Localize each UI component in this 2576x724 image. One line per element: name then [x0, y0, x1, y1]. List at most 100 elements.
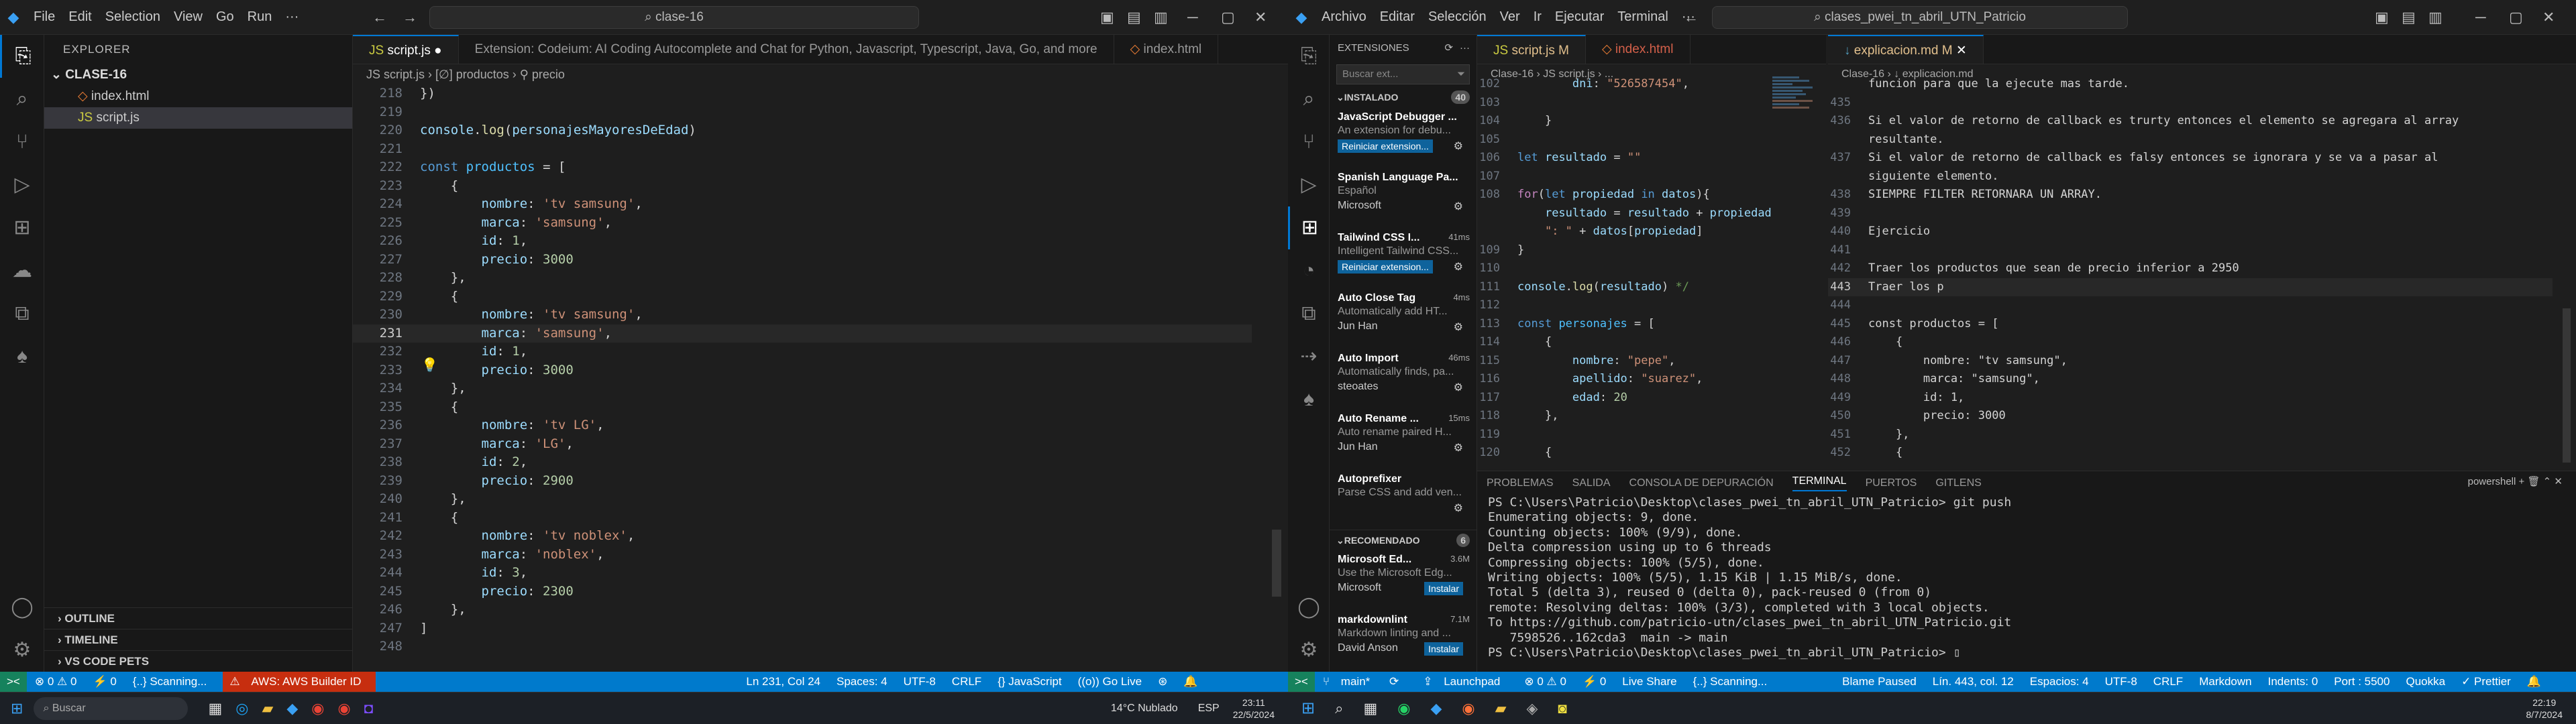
- extension-item[interactable]: Autoprefixer Parse CSS and add ven... ⚙: [1330, 469, 1477, 530]
- extensions-icon[interactable]: ⊞: [0, 206, 44, 249]
- vscode-pets-section[interactable]: › VS CODE PETS: [44, 650, 352, 672]
- explorer-icon[interactable]: ⎘: [0, 35, 44, 78]
- maximize-panel-icon[interactable]: ⌃: [2543, 476, 2552, 487]
- search-icon[interactable]: ⌕: [1335, 700, 1343, 717]
- extension-item[interactable]: Tailwind CSS I... 41ms Intelligent Tailwin…: [1330, 228, 1477, 288]
- panel-tab-consola-de-depuración[interactable]: CONSOLA DE DEPURACIÓN: [1629, 477, 1774, 489]
- code-editor[interactable]: 218}) 219 220 console.log(personajesMayores…: [353, 84, 1252, 674]
- run-debug-icon[interactable]: ▷: [1288, 164, 1330, 206]
- breadcrumb[interactable]: JS script.js › [∅] productos › ⚲ precio: [353, 64, 1288, 84]
- indentation[interactable]: Spaces: 4: [837, 675, 888, 688]
- file-explorer-icon[interactable]: ▰: [262, 700, 273, 717]
- manage-gear-icon[interactable]: ⚙: [1454, 501, 1463, 515]
- file-explorer-icon[interactable]: ▰: [1495, 700, 1507, 717]
- trash-icon[interactable]: 🗑: [2527, 476, 2540, 487]
- manage-gear-icon[interactable]: ⚙: [1454, 260, 1463, 274]
- extension-item[interactable]: Auto Close Tag 4ms Automatically add HT...…: [1330, 288, 1477, 349]
- language-mode[interactable]: Markdown: [2199, 675, 2251, 688]
- live-share-status[interactable]: Live Share: [1622, 675, 1676, 688]
- layout-icon[interactable]: ▥: [1154, 9, 1168, 26]
- recommended-section[interactable]: ⌄ RECOMENDADO 6: [1330, 530, 1477, 550]
- firefox-icon[interactable]: ◉: [1462, 700, 1474, 717]
- shell-label[interactable]: powershell: [2468, 476, 2516, 487]
- panel-tab-problemas[interactable]: PROBLEMAS: [1487, 477, 1554, 489]
- tab-script-js[interactable]: JS script.js M: [1477, 35, 1586, 64]
- panel-tab-terminal[interactable]: TERMINAL: [1792, 475, 1847, 491]
- menu-item[interactable]: Ver: [1500, 9, 1520, 24]
- minimize-icon[interactable]: ─: [2475, 9, 2486, 26]
- aws-status[interactable]: ⚠ AWS: AWS Builder ID: [223, 672, 376, 692]
- extension-item[interactable]: Auto Import 46ms Automatically finds, pa..…: [1330, 349, 1477, 409]
- notifications-bell-icon[interactable]: 🔔: [2527, 675, 2541, 688]
- weather-widget[interactable]: 14°C Nublado: [1111, 703, 1178, 715]
- modified-dot[interactable]: ●: [434, 44, 441, 58]
- panel-tab-salida[interactable]: SALIDA: [1572, 477, 1611, 489]
- ports-count[interactable]: ⚡ 0: [1582, 675, 1606, 688]
- toggle-panel-icon[interactable]: ▤: [2402, 9, 2416, 26]
- line-endings[interactable]: CRLF: [952, 675, 981, 688]
- indents-status[interactable]: Indents: 0: [2268, 675, 2318, 688]
- minimap[interactable]: [1772, 75, 1819, 290]
- problems-count[interactable]: ⊗ 0 ⚠ 0: [35, 675, 77, 688]
- tab-index-html[interactable]: ◇ index.html: [1114, 35, 1219, 64]
- tab-script-js[interactable]: JS script.js ●: [353, 35, 459, 64]
- maximize-icon[interactable]: ▢: [1221, 9, 1235, 26]
- vscode-taskbar-icon[interactable]: ◆: [286, 700, 298, 717]
- windows-start-icon[interactable]: ⊞: [1301, 699, 1315, 718]
- install-button[interactable]: Instalar: [1424, 582, 1463, 595]
- toggle-sidebar-icon[interactable]: ▣: [1100, 9, 1114, 26]
- folder-clase-16[interactable]: ⌄ CLASE-16: [44, 64, 352, 86]
- panel-tab-gitlens[interactable]: GITLENS: [1935, 477, 1981, 489]
- task-view-icon[interactable]: ▦: [208, 700, 222, 717]
- manage-gear-icon[interactable]: ⚙: [1454, 320, 1463, 334]
- search-icon[interactable]: ⌕: [1288, 78, 1330, 121]
- markdown-editor[interactable]: funcion para que la ejecute mas tarde. 43…: [1828, 75, 2553, 464]
- back-arrow-icon[interactable]: ←: [372, 9, 387, 26]
- notifications-bell-icon[interactable]: 🔔: [1183, 675, 1197, 688]
- toggle-sidebar-icon[interactable]: ▣: [2375, 9, 2389, 26]
- accounts-icon[interactable]: ◯: [1288, 586, 1330, 629]
- menu-item[interactable]: Run: [248, 9, 272, 24]
- filter-icon[interactable]: ⏷: [1457, 65, 1465, 84]
- menu-item[interactable]: File: [34, 9, 55, 24]
- reload-extension-button[interactable]: Reiniciar extension...: [1338, 260, 1433, 274]
- tray-lang[interactable]: ESP: [1198, 703, 1220, 715]
- menu-item[interactable]: View: [174, 9, 203, 24]
- go-live-button[interactable]: ((o)) Go Live: [1078, 675, 1142, 688]
- copilot-icon[interactable]: ⊛: [1158, 675, 1167, 688]
- menu-item[interactable]: Ir: [1534, 9, 1542, 24]
- markdown-scrollbar[interactable]: [2563, 308, 2571, 463]
- timeline-section[interactable]: › TIMELINE: [44, 629, 352, 650]
- branch-status[interactable]: ⑂ main* ⟳: [1323, 675, 1407, 688]
- chrome-profile-icon[interactable]: ◉: [337, 700, 350, 717]
- layout-icon[interactable]: ▥: [2428, 9, 2443, 26]
- forward-arrow-icon[interactable]: →: [402, 9, 417, 26]
- extension-item[interactable]: Spanish Language Pa... Español Microsoft ⚙: [1330, 168, 1477, 228]
- editor-scrollbar[interactable]: [1272, 530, 1281, 597]
- reload-extension-button[interactable]: Reiniciar extension...: [1338, 139, 1433, 153]
- problems-count[interactable]: ⊗ 0 ⚠ 0: [1524, 675, 1566, 688]
- aws-icon[interactable]: ☁: [0, 249, 44, 292]
- extension-item[interactable]: Microsoft Ed... 3.6M Use the Microsoft Edg…: [1330, 550, 1477, 610]
- close-panel-icon[interactable]: ✕: [2554, 476, 2563, 487]
- encoding[interactable]: UTF-8: [2105, 675, 2137, 688]
- remote-explorer-icon[interactable]: ⧉: [1288, 292, 1330, 335]
- prettier-status[interactable]: ✓ Prettier: [2461, 675, 2511, 688]
- vscode-taskbar-icon[interactable]: ◆: [1430, 700, 1442, 717]
- edge-browser-icon[interactable]: ◎: [235, 700, 248, 717]
- manage-gear-icon[interactable]: ⚙: [1454, 381, 1463, 394]
- lightbulb-icon[interactable]: 💡: [421, 357, 438, 373]
- gitlens-icon[interactable]: ◔: [1288, 249, 1330, 292]
- menu-item[interactable]: ···: [285, 9, 299, 24]
- source-control-icon[interactable]: ⑂: [0, 121, 44, 164]
- chrome-icon[interactable]: ◉: [311, 700, 324, 717]
- task-view-icon[interactable]: ▦: [1363, 700, 1377, 717]
- extension-item[interactable]: markdownlint 7.1M Markdown linting and ...…: [1330, 610, 1477, 670]
- install-button[interactable]: Instalar: [1424, 642, 1463, 656]
- manage-gear-icon[interactable]: ⚙: [1454, 200, 1463, 213]
- run-debug-icon[interactable]: ▷: [0, 164, 44, 206]
- command-center[interactable]: ⌕ clases_pwei_tn_abril_UTN_Patricio: [1712, 6, 2128, 29]
- command-center[interactable]: ⌕ clase-16: [429, 6, 919, 29]
- minimize-icon[interactable]: ─: [1187, 9, 1198, 26]
- app-icon[interactable]: ◈: [1526, 700, 1538, 717]
